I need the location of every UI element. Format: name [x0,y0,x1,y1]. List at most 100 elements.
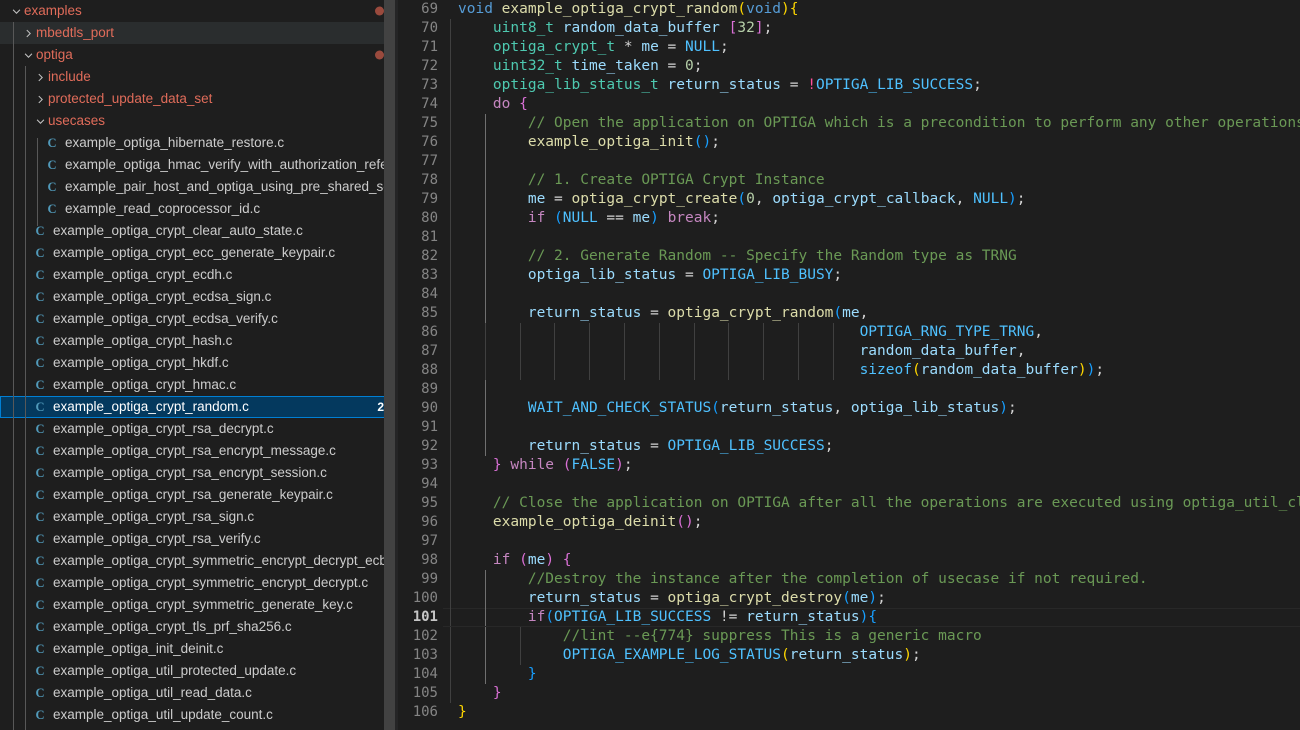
line-number[interactable]: 97 [398,532,450,551]
sidebar-scrollbar[interactable] [384,0,395,730]
code-line[interactable]: 77 [398,152,1300,171]
tree-file-row[interactable]: Cexample_optiga_crypt_ecc_generate_keypa… [0,242,398,264]
tree-file-row[interactable]: Cexample_optiga_crypt_random.c 2 [0,396,398,418]
tree-file-row[interactable]: Cexample_optiga_crypt_ecdh.c [0,264,398,286]
tree-file-row[interactable]: Cexample_optiga_util_update_count.c [0,704,398,726]
code-line[interactable]: 106} [398,703,1300,722]
tree-file-row[interactable]: Cexample_optiga_crypt_rsa_encrypt_sessio… [0,462,398,484]
line-number[interactable]: 93 [398,456,450,475]
tree-file-row[interactable]: Cexample_optiga_crypt_symmetric_generate… [0,594,398,616]
chevron-right-icon[interactable] [20,28,36,39]
line-number[interactable]: 79 [398,190,450,209]
line-number[interactable]: 99 [398,570,450,589]
tree-file-row[interactable]: Cexample_optiga_crypt_tls_prf_sha256.c [0,616,398,638]
code-text[interactable]: uint32_t time_taken = 0; [450,57,1300,76]
line-number[interactable]: 106 [398,703,450,722]
tree-file-row[interactable]: Cexample_optiga_hibernate_restore.c [0,132,398,154]
line-number[interactable]: 89 [398,380,450,399]
code-line[interactable]: 69 void example_optiga_crypt_random(void)… [398,0,1300,19]
code-text[interactable] [450,285,1300,304]
code-line[interactable]: 97 [398,532,1300,551]
code-line[interactable]: 98 if (me) { [398,551,1300,570]
code-editor[interactable]: 69 void example_optiga_crypt_random(void)… [398,0,1300,730]
code-text[interactable]: sizeof(random_data_buffer)); [450,361,1300,380]
code-text[interactable]: me = optiga_crypt_create(0, optiga_crypt… [450,190,1300,209]
line-number[interactable]: 87 [398,342,450,361]
tree-folder-row[interactable]: examples [0,0,398,22]
line-number[interactable]: 75 [398,114,450,133]
code-text[interactable]: OPTIGA_EXAMPLE_LOG_STATUS(return_status)… [450,646,1300,665]
code-line[interactable]: 70 uint8_t random_data_buffer [32]; [398,19,1300,38]
tree-file-row[interactable]: Cexample_optiga_crypt_hash.c [0,330,398,352]
code-line[interactable]: 75 // Open the application on OPTIGA whi… [398,114,1300,133]
code-line[interactable]: 94 [398,475,1300,494]
line-number[interactable]: 84 [398,285,450,304]
code-text[interactable]: if (me) { [450,551,1300,570]
tree-file-row[interactable]: Cexample_optiga_crypt_ecdsa_verify.c [0,308,398,330]
code-text[interactable]: OPTIGA_RNG_TYPE_TRNG, [450,323,1300,342]
line-number[interactable]: 70 [398,19,450,38]
code-line[interactable]: 78 // 1. Create OPTIGA Crypt Instance [398,171,1300,190]
line-number[interactable]: 73 [398,76,450,95]
code-text[interactable] [450,228,1300,247]
tree-folder-row[interactable]: optiga [0,44,398,66]
file-tree[interactable]: examples mbedtls_port optiga include protect… [0,0,398,730]
line-number[interactable]: 96 [398,513,450,532]
code-line[interactable]: 80 if (NULL == me) break; [398,209,1300,228]
code-text[interactable] [450,475,1300,494]
tree-file-row[interactable]: Cexample_read_coprocessor_id.c [0,198,398,220]
tree-file-row[interactable]: Cexample_optiga_crypt_rsa_generate_keypa… [0,484,398,506]
code-line[interactable]: 105 } [398,684,1300,703]
tree-file-row[interactable]: Cexample_optiga_crypt_symmetric_encrypt_… [0,572,398,594]
tree-file-row[interactable]: Cexample_optiga_crypt_symmetric_encrypt_… [0,550,398,572]
line-number[interactable]: 101 [398,608,450,627]
tree-file-row[interactable]: Cexample_optiga_crypt_hmac.c [0,374,398,396]
code-line[interactable]: 93 } while (FALSE); [398,456,1300,475]
line-number[interactable]: 103 [398,646,450,665]
code-content[interactable]: 69 void example_optiga_crypt_random(void)… [398,0,1300,722]
code-text[interactable] [450,380,1300,399]
code-line[interactable]: 73 optiga_lib_status_t return_status = !… [398,76,1300,95]
tree-file-row[interactable]: Cexample_optiga_crypt_hkdf.c [0,352,398,374]
line-number[interactable]: 100 [398,589,450,608]
code-text[interactable]: return_status = OPTIGA_LIB_SUCCESS; [450,437,1300,456]
code-text[interactable]: uint8_t random_data_buffer [32]; [450,19,1300,38]
line-number[interactable]: 102 [398,627,450,646]
line-number[interactable]: 86 [398,323,450,342]
code-text[interactable]: if(OPTIGA_LIB_SUCCESS != return_status){ [450,608,1300,627]
code-line[interactable]: 89 [398,380,1300,399]
code-text[interactable]: example_optiga_deinit(); [450,513,1300,532]
tree-file-row[interactable]: Cexample_optiga_util_read_data.c [0,682,398,704]
code-text[interactable]: } [450,703,1300,722]
chevron-down-icon[interactable] [20,50,36,61]
code-line[interactable]: 99 //Destroy the instance after the comp… [398,570,1300,589]
tree-file-row[interactable]: Cexample_optiga_util_protected_update.c [0,660,398,682]
code-text[interactable]: //Destroy the instance after the complet… [450,570,1300,589]
tree-file-row[interactable]: Cexample_pair_host_and_optiga_using_pre_… [0,176,398,198]
line-number[interactable]: 76 [398,133,450,152]
code-text[interactable] [450,152,1300,171]
line-number[interactable]: 81 [398,228,450,247]
chevron-down-icon[interactable] [8,6,24,17]
code-text[interactable]: do { [450,95,1300,114]
code-line[interactable]: 88 sizeof(random_data_buffer)); [398,361,1300,380]
code-line[interactable]: 104 } [398,665,1300,684]
tree-folder-row[interactable]: include [0,66,398,88]
code-line[interactable]: 100 return_status = optiga_crypt_destroy… [398,589,1300,608]
line-number[interactable]: 91 [398,418,450,437]
tree-folder-row[interactable]: mbedtls_port [0,22,398,44]
line-number[interactable]: 72 [398,57,450,76]
tree-file-row[interactable]: Cexample_optiga_crypt_rsa_encrypt_messag… [0,440,398,462]
line-number[interactable]: 82 [398,247,450,266]
code-line[interactable]: 90 WAIT_AND_CHECK_STATUS(return_status, … [398,399,1300,418]
tree-file-row[interactable]: Cexample_optiga_hmac_verify_with_authori… [0,154,398,176]
tree-folder-row[interactable]: usecases [0,110,398,132]
code-line[interactable]: 101 if(OPTIGA_LIB_SUCCESS != return_stat… [398,608,1300,627]
code-text[interactable]: } [450,665,1300,684]
line-number[interactable]: 83 [398,266,450,285]
code-text[interactable]: // 1. Create OPTIGA Crypt Instance [450,171,1300,190]
code-text[interactable]: if (NULL == me) break; [450,209,1300,228]
code-text[interactable]: // Close the application on OPTIGA after… [450,494,1300,513]
code-line[interactable]: 72 uint32_t time_taken = 0; [398,57,1300,76]
line-number[interactable]: 98 [398,551,450,570]
